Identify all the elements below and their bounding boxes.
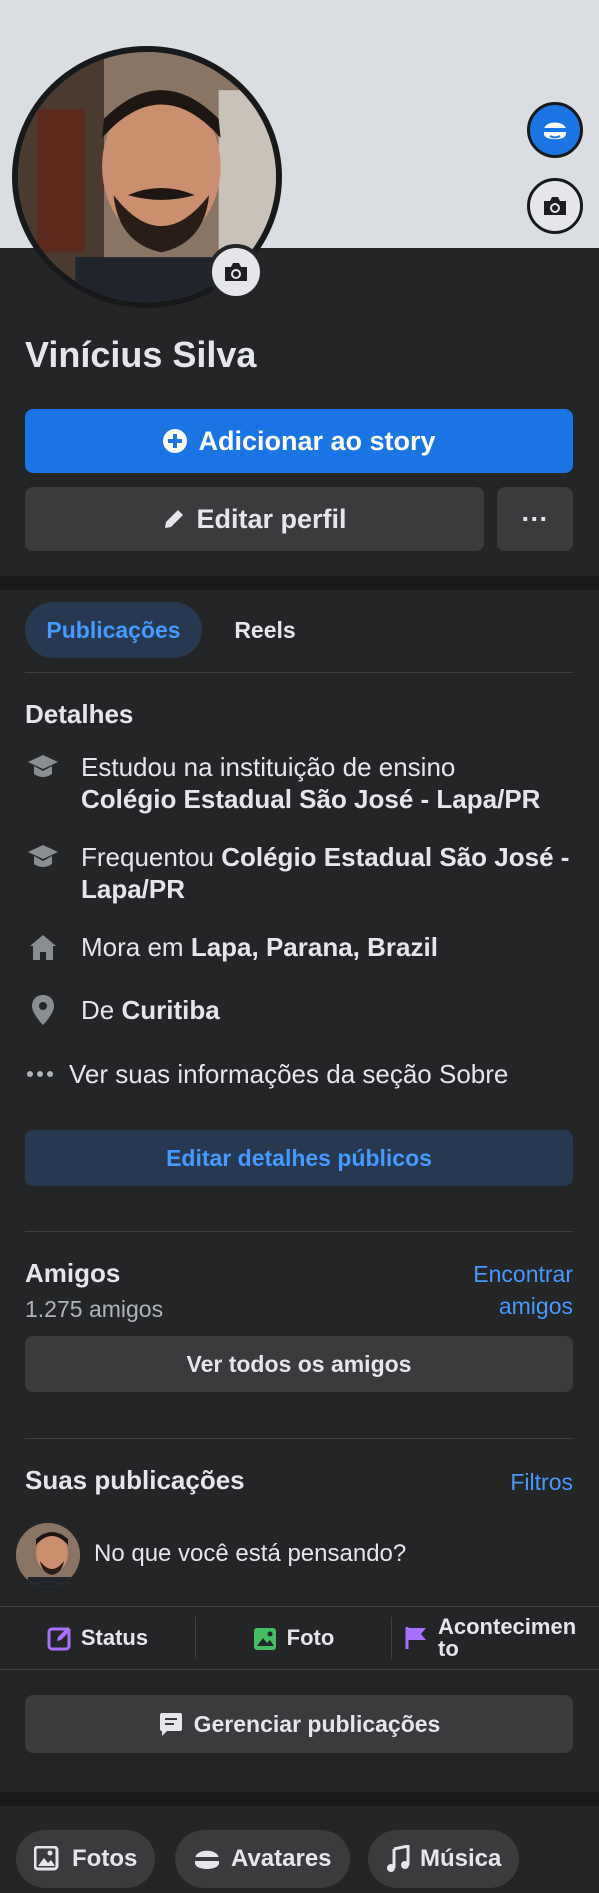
chip-photos[interactable]: Fotos <box>16 1830 156 1888</box>
friends-count: 1.275 amigos <box>25 1296 164 1322</box>
chat-bubble-icon <box>159 1713 182 1736</box>
friends-title: Amigos <box>25 1258 121 1288</box>
life-event-button[interactable]: Acontecimento <box>392 1616 599 1660</box>
edit-profile-picture-button[interactable] <box>208 244 264 300</box>
detail-item-attended: Frequentou Colégio Estadual São José - L… <box>25 841 585 905</box>
avatar-button[interactable] <box>527 102 583 158</box>
find-friends-link[interactable]: Encontrar amigos <box>433 1258 573 1322</box>
avatar-face-icon <box>195 1850 219 1869</box>
plus-circle-icon <box>163 429 188 453</box>
edit-public-details-button[interactable]: Editar detalhes públicos <box>25 1130 573 1186</box>
add-to-story-label: Adicionar ao story <box>198 425 436 456</box>
detail-item-studied: Estudou na instituição de ensino Colégio … <box>25 751 585 815</box>
more-dots-icon <box>25 1058 55 1090</box>
composer-avatar[interactable] <box>16 1523 80 1587</box>
camera-icon <box>544 197 566 215</box>
music-note-icon <box>387 1845 410 1872</box>
tab-reels[interactable]: Reels <box>210 602 320 658</box>
add-to-story-button[interactable]: Adicionar ao story <box>25 409 573 473</box>
pencil-icon <box>165 510 184 528</box>
photo-icon <box>253 1628 276 1650</box>
divider <box>25 1438 573 1439</box>
divider <box>25 1231 573 1232</box>
location-pin-icon <box>25 994 61 1026</box>
avatar-photo-image <box>16 1523 80 1587</box>
home-icon <box>25 931 61 963</box>
detail-item-about[interactable]: Ver suas informações da seção Sobre <box>25 1058 585 1090</box>
edit-profile-button[interactable]: Editar perfil <box>25 487 484 551</box>
photo-button[interactable]: Foto <box>196 1617 392 1659</box>
composer-actions: Status Foto Acontecimento <box>0 1606 599 1670</box>
tab-publicacoes[interactable]: Publicações <box>25 602 202 658</box>
composer-input[interactable]: No que você está pensando? <box>94 1540 406 1568</box>
details-title: Detalhes <box>25 699 134 729</box>
photos-icon <box>34 1846 59 1871</box>
detail-item-lives-in: Mora em Lapa, Parana, Brazil <box>25 931 585 963</box>
section-divider <box>0 1792 599 1806</box>
status-button[interactable]: Status <box>0 1617 196 1659</box>
edit-cover-button[interactable] <box>527 178 583 234</box>
chip-music[interactable]: Música <box>368 1830 520 1888</box>
edit-status-icon <box>47 1627 71 1651</box>
section-divider <box>0 576 599 590</box>
detail-item-from: De Curitiba <box>25 994 585 1026</box>
avatar-face-icon <box>544 122 566 140</box>
filters-link[interactable]: Filtros <box>510 1466 573 1498</box>
more-options-button[interactable]: ··· <box>497 487 573 551</box>
graduation-cap-icon <box>25 751 61 783</box>
divider <box>25 672 573 673</box>
camera-icon <box>225 263 247 281</box>
chip-avatars[interactable]: Avatares <box>175 1830 350 1888</box>
see-all-friends-button[interactable]: Ver todos os amigos <box>25 1336 573 1392</box>
edit-profile-label: Editar perfil <box>196 503 347 534</box>
profile-name: Vinícius Silva <box>25 334 257 375</box>
your-posts-title: Suas publicações <box>25 1465 245 1495</box>
flag-icon <box>405 1627 426 1649</box>
manage-posts-button[interactable]: Gerenciar publicações <box>25 1695 573 1753</box>
more-dots-icon: ··· <box>521 503 549 534</box>
graduation-cap-icon <box>25 841 61 873</box>
